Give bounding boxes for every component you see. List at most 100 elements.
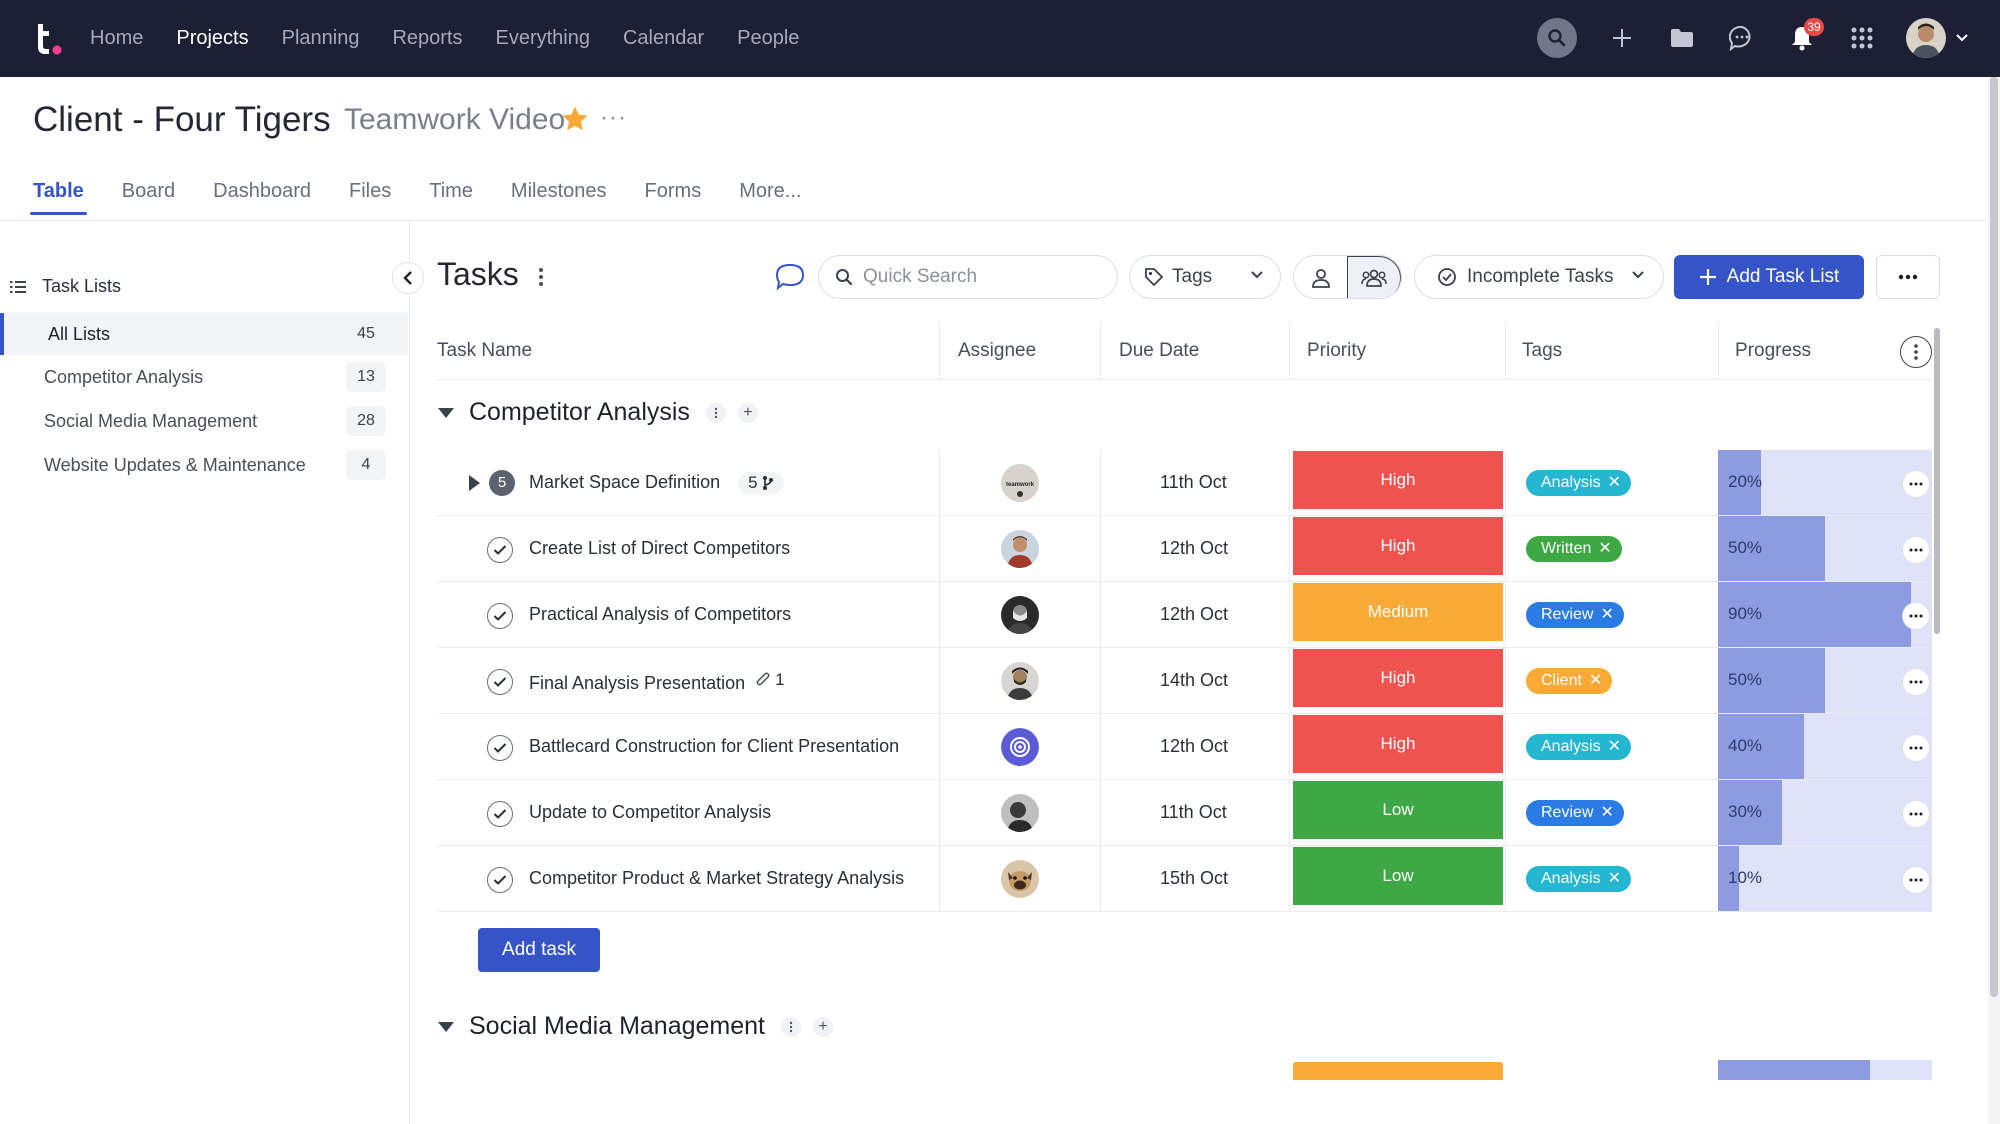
incomplete-tasks-filter[interactable]: Incomplete Tasks (1414, 255, 1664, 299)
tag-chip[interactable]: Client ✕ (1526, 668, 1613, 694)
collapse-sidebar-button[interactable] (392, 262, 424, 294)
remove-tag-icon[interactable]: ✕ (1608, 734, 1621, 760)
group-menu-icon[interactable] (781, 1016, 801, 1037)
priority-cell[interactable]: High (1293, 517, 1503, 575)
assignee-avatar[interactable] (1001, 728, 1039, 766)
task-name[interactable]: Create List of Direct Competitors (529, 538, 790, 559)
assignee-avatar[interactable] (1001, 860, 1039, 898)
table-row[interactable]: Competitor Product & Market Strategy Ana… (437, 846, 1933, 912)
nav-home[interactable]: Home (90, 27, 143, 50)
nav-everything[interactable]: Everything (495, 27, 590, 50)
due-date[interactable]: 12th Oct (1160, 538, 1228, 559)
priority-cell[interactable]: Medium (1293, 583, 1503, 641)
nav-planning[interactable]: Planning (282, 27, 360, 50)
folder-icon[interactable] (1662, 18, 1702, 58)
nav-calendar[interactable]: Calendar (623, 27, 704, 50)
search-input[interactable] (863, 266, 1093, 288)
tab-board[interactable]: Board (122, 180, 175, 215)
due-date[interactable]: 11th Oct (1160, 802, 1227, 823)
task-name[interactable]: Final Analysis Presentation 1 (529, 670, 785, 694)
quick-search[interactable] (818, 255, 1118, 299)
progress-cell[interactable]: 90% (1718, 582, 1932, 648)
assignee-avatar[interactable] (1001, 530, 1039, 568)
my-tasks-toggle[interactable] (1294, 256, 1347, 298)
progress-cell[interactable]: 30% (1718, 780, 1932, 846)
attachments-indicator[interactable]: 1 (755, 670, 785, 690)
table-row[interactable]: Final Analysis Presentation 1 14th Oct High… (437, 648, 1933, 714)
due-date[interactable]: 15th Oct (1160, 868, 1228, 889)
project-more-button[interactable]: ··· (600, 104, 627, 132)
table-row[interactable]: Create List of Direct Competitors 12th Oc… (437, 516, 1933, 582)
progress-cell[interactable]: 20% (1718, 450, 1932, 516)
row-more-button[interactable] (1903, 801, 1929, 827)
task-name[interactable]: Practical Analysis of Competitors (529, 604, 791, 625)
priority-cell[interactable]: High (1293, 451, 1503, 509)
column-assignee[interactable]: Assignee (958, 340, 1036, 362)
progress-cell[interactable]: 10% (1718, 846, 1932, 912)
tag-chip[interactable]: Analysis ✕ (1526, 866, 1631, 892)
plus-icon[interactable] (1602, 18, 1642, 58)
sidebar-item-website-updates[interactable]: Website Updates & Maintenance 4 (0, 444, 408, 486)
page-scrollbar-thumb[interactable] (1990, 77, 1998, 997)
nav-projects[interactable]: Projects (176, 27, 248, 50)
column-tags[interactable]: Tags (1522, 340, 1562, 362)
complete-task-checkbox[interactable] (487, 537, 513, 563)
search-icon[interactable] (1537, 18, 1577, 58)
due-date[interactable]: 12th Oct (1160, 736, 1228, 757)
expand-subtasks-icon[interactable] (467, 474, 481, 492)
tab-more[interactable]: More... (739, 180, 801, 215)
due-date[interactable]: 12th Oct (1160, 604, 1228, 625)
assignee-avatar[interactable] (1001, 662, 1039, 700)
project-subtitle[interactable]: Teamwork Video (344, 103, 565, 137)
comment-icon[interactable] (774, 262, 806, 292)
tab-table[interactable]: Table (30, 180, 87, 215)
tab-milestones[interactable]: Milestones (511, 180, 607, 215)
apps-grid-icon[interactable] (1842, 18, 1882, 58)
sidebar-item-all-lists[interactable]: All Lists 45 (0, 313, 408, 355)
task-name[interactable]: Market Space Definition 5 (529, 472, 784, 494)
column-priority[interactable]: Priority (1307, 340, 1366, 362)
complete-task-checkbox[interactable] (487, 669, 513, 695)
task-name[interactable]: Update to Competitor Analysis (529, 802, 771, 823)
table-row[interactable]: Update to Competitor Analysis 11th Oct Low… (437, 780, 1933, 846)
bell-icon[interactable]: 39 (1782, 18, 1824, 58)
assignee-avatar[interactable]: teamwork (1001, 464, 1039, 502)
assignee-avatar[interactable] (1001, 794, 1039, 832)
priority-cell[interactable]: High (1293, 649, 1503, 707)
priority-cell[interactable]: Low (1293, 781, 1503, 839)
everyone-tasks-toggle[interactable] (1347, 256, 1401, 298)
row-more-button[interactable] (1903, 669, 1929, 695)
tab-files[interactable]: Files (349, 180, 391, 215)
chevron-down-icon[interactable] (1950, 18, 1974, 58)
row-more-button[interactable] (1903, 471, 1929, 497)
collapse-triangle-icon[interactable] (437, 406, 455, 420)
subtasks-pill[interactable]: 5 (738, 472, 784, 494)
complete-task-checkbox[interactable] (487, 735, 513, 761)
column-options-button[interactable] (1900, 336, 1932, 368)
column-progress[interactable]: Progress (1735, 340, 1811, 362)
remove-tag-icon[interactable]: ✕ (1608, 470, 1621, 496)
add-task-button[interactable]: Add task (478, 928, 600, 972)
nav-reports[interactable]: Reports (392, 27, 462, 50)
table-scrollbar[interactable] (1934, 328, 1940, 634)
remove-tag-icon[interactable]: ✕ (1600, 800, 1613, 826)
assignee-avatar[interactable] (1001, 596, 1039, 634)
due-date[interactable]: 14th Oct (1160, 670, 1228, 691)
tab-forms[interactable]: Forms (645, 180, 702, 215)
user-avatar[interactable] (1906, 18, 1946, 58)
toolbar-more-button[interactable] (1876, 255, 1940, 299)
remove-tag-icon[interactable]: ✕ (1600, 602, 1613, 628)
group-add-icon[interactable]: + (737, 402, 758, 423)
complete-task-checkbox[interactable] (487, 867, 513, 893)
remove-tag-icon[interactable]: ✕ (1608, 866, 1621, 892)
add-task-list-button[interactable]: Add Task List (1674, 255, 1864, 299)
row-more-button[interactable] (1903, 867, 1929, 893)
task-name[interactable]: Competitor Product & Market Strategy Ana… (529, 868, 904, 889)
due-date[interactable]: 11th Oct (1160, 472, 1227, 493)
tag-chip[interactable]: Analysis ✕ (1526, 470, 1631, 496)
complete-task-checkbox[interactable] (487, 801, 513, 827)
chat-icon[interactable] (1722, 18, 1762, 58)
sidebar-item-social-media[interactable]: Social Media Management 28 (0, 400, 408, 442)
group-add-icon[interactable]: + (813, 1016, 833, 1037)
group-menu-icon[interactable] (705, 402, 726, 423)
